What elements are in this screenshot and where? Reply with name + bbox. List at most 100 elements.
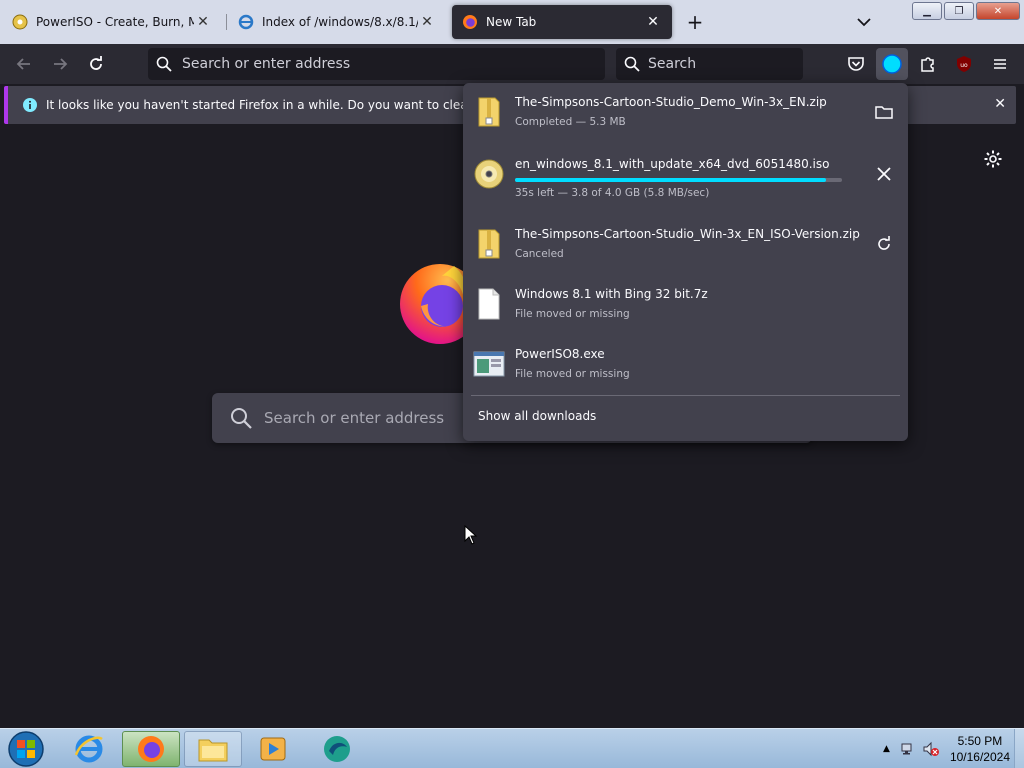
reload-button[interactable] <box>84 52 108 76</box>
download-status: File moved or missing <box>515 368 630 380</box>
show-hidden-icons-icon[interactable]: ▲ <box>883 744 890 754</box>
close-notification-icon[interactable]: ✕ <box>994 96 1006 112</box>
info-icon <box>23 98 37 112</box>
address-bar-placeholder: Search or enter address <box>182 56 351 72</box>
tab-title: Index of /windows/8.x/8.1/ <box>262 15 418 29</box>
tab-strip: PowerISO - Create, Burn, Mount ✕ Index o… <box>0 0 1024 44</box>
ublock-origin-button[interactable]: uo <box>952 52 976 76</box>
volume-muted-icon[interactable] <box>922 741 940 757</box>
mouse-cursor-icon <box>464 525 478 545</box>
download-item[interactable]: The-Simpsons-Cartoon-Studio_Demo_Win-3x_… <box>463 83 908 141</box>
download-item[interactable]: PowerISO8.exe File moved or missing <box>463 335 908 393</box>
close-window-button[interactable]: ✕ <box>976 2 1020 20</box>
download-filename: The-Simpsons-Cartoon-Studio_Win-3x_EN_IS… <box>515 227 860 241</box>
clock-date: 10/16/2024 <box>949 750 1010 764</box>
svg-text:uo: uo <box>960 62 968 69</box>
search-bar[interactable]: Search <box>616 48 803 80</box>
zip-folder-icon <box>478 229 500 259</box>
downloads-button[interactable] <box>876 48 908 80</box>
folder-icon <box>875 106 893 119</box>
firefox-icon <box>138 736 164 762</box>
folder-icon <box>198 739 228 762</box>
exe-icon <box>473 351 505 377</box>
tab-index-windows[interactable]: Index of /windows/8.x/8.1/ ✕ <box>228 5 446 39</box>
cancel-download-button[interactable] <box>874 164 894 184</box>
download-filename: PowerISO8.exe <box>515 347 605 361</box>
open-folder-button[interactable] <box>874 102 894 122</box>
forward-arrow-icon <box>54 58 68 70</box>
download-status: Canceled <box>515 248 564 260</box>
notification-message: It looks like you haven't started Firefo… <box>46 98 527 112</box>
poweriso-favicon <box>12 14 28 30</box>
download-item[interactable]: en_windows_8.1_with_update_x64_dvd_60514… <box>463 145 908 203</box>
taskbar-app[interactable] <box>308 731 366 767</box>
app-icon <box>324 736 350 762</box>
download-item[interactable]: Windows 8.1 with Bing 32 bit.7z File mov… <box>463 275 908 333</box>
close-tab-icon[interactable]: ✕ <box>194 13 212 31</box>
window-controls: ▁ ❐ ✕ <box>912 2 1020 20</box>
list-all-tabs-icon[interactable] <box>854 12 874 32</box>
download-filename: Windows 8.1 with Bing 32 bit.7z <box>515 287 708 301</box>
ie-favicon <box>238 14 254 30</box>
close-tab-icon[interactable]: ✕ <box>644 13 662 31</box>
tab-title: New Tab <box>486 15 537 29</box>
blank-file-icon <box>478 288 500 320</box>
downloads-panel: The-Simpsons-Cartoon-Studio_Demo_Win-3x_… <box>463 83 908 441</box>
gear-icon[interactable] <box>983 149 1003 169</box>
search-icon <box>156 56 172 72</box>
windows-start-button[interactable] <box>6 730 46 768</box>
tab-new-tab[interactable]: New Tab ✕ <box>452 5 672 39</box>
internet-explorer-icon <box>74 735 103 763</box>
retry-icon <box>878 236 890 250</box>
system-clock[interactable]: 5:50 PM 10/16/2024 <box>950 733 1010 765</box>
back-arrow-icon <box>16 58 30 70</box>
restore-button[interactable]: ❐ <box>944 2 974 20</box>
download-progress-bar <box>515 178 842 182</box>
pocket-button[interactable] <box>844 52 868 76</box>
tab-poweriso[interactable]: PowerISO - Create, Burn, Mount ✕ <box>2 5 222 39</box>
downloads-progress-icon <box>882 54 902 74</box>
panel-divider <box>471 395 900 396</box>
search-icon <box>231 408 252 429</box>
newtab-search-placeholder: Search or enter address <box>264 409 445 427</box>
zip-folder-icon <box>478 97 500 127</box>
download-progress-fill <box>515 178 826 182</box>
close-icon <box>877 167 891 181</box>
ublock-origin-icon: uo <box>957 56 971 72</box>
show-desktop-button[interactable] <box>1014 729 1024 768</box>
disc-icon <box>474 159 504 189</box>
address-bar[interactable]: Search or enter address <box>148 48 605 80</box>
search-bar-placeholder: Search <box>648 56 697 72</box>
taskbar-media-player[interactable] <box>244 731 302 767</box>
network-icon[interactable] <box>900 741 916 757</box>
firefox-favicon <box>463 15 477 29</box>
puzzle-icon <box>921 57 934 72</box>
forward-button[interactable] <box>48 52 72 76</box>
tab-separator <box>226 14 227 30</box>
app-menu-button[interactable] <box>988 52 1012 76</box>
download-filename: The-Simpsons-Cartoon-Studio_Demo_Win-3x_… <box>515 95 827 109</box>
show-all-downloads-button[interactable]: Show all downloads <box>478 409 596 423</box>
download-filename: en_windows_8.1_with_update_x64_dvd_60514… <box>515 157 830 171</box>
close-tab-icon[interactable]: ✕ <box>418 13 436 31</box>
download-status: 35s left — 3.8 of 4.0 GB (5.8 MB/sec) <box>515 187 710 199</box>
minimize-button[interactable]: ▁ <box>912 2 942 20</box>
search-icon <box>624 56 640 72</box>
taskbar-firefox[interactable] <box>122 731 180 767</box>
navigation-toolbar: Search or enter address Search uo <box>0 44 1024 84</box>
reload-icon <box>90 56 102 70</box>
download-item[interactable]: The-Simpsons-Cartoon-Studio_Win-3x_EN_IS… <box>463 215 908 273</box>
back-button[interactable] <box>12 52 36 76</box>
extensions-button[interactable] <box>916 52 940 76</box>
taskbar-file-explorer[interactable] <box>184 731 242 767</box>
media-player-icon <box>260 737 286 761</box>
tab-title: PowerISO - Create, Burn, Mount <box>36 15 194 29</box>
clock-time: 5:50 PM <box>957 734 1003 748</box>
windows-taskbar: ▲ 5:50 PM 10/16/2024 <box>0 728 1024 768</box>
pocket-icon <box>848 57 864 71</box>
download-status: File moved or missing <box>515 308 630 320</box>
taskbar-internet-explorer[interactable] <box>60 731 118 767</box>
hamburger-menu-icon <box>994 59 1006 69</box>
retry-download-button[interactable] <box>874 234 894 254</box>
new-tab-button[interactable]: + <box>684 12 706 34</box>
